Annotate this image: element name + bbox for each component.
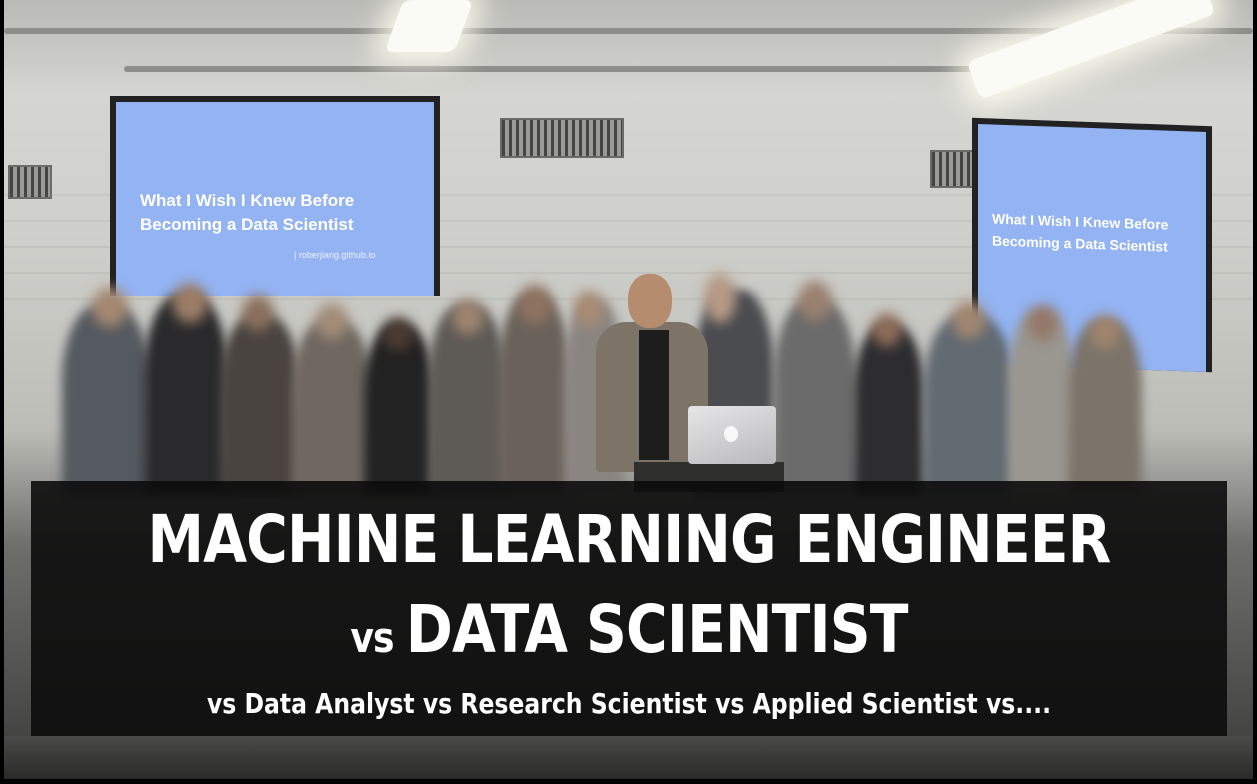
person-silhouette xyxy=(292,320,372,495)
blurred-face xyxy=(704,273,736,323)
left-slide-title-line1: What I Wish I Knew Before xyxy=(140,191,355,210)
person-silhouette xyxy=(854,325,924,495)
laptop xyxy=(688,406,776,464)
classroom-table xyxy=(4,736,1253,779)
right-slide-title-line1: What I Wish I Knew Before xyxy=(992,210,1169,233)
blurred-face xyxy=(316,303,348,339)
blurred-face xyxy=(382,317,414,351)
blurred-face xyxy=(172,283,208,323)
blurred-face xyxy=(872,313,902,347)
left-slide-subtitle: | roberjiang.github.io xyxy=(294,250,376,260)
blurred-face xyxy=(952,301,986,339)
blurred-face xyxy=(92,287,128,327)
air-vent xyxy=(500,118,624,158)
person-silhouette xyxy=(498,295,570,495)
person-silhouette xyxy=(924,315,1014,495)
presenter-face xyxy=(628,274,672,328)
headline-line1: MACHINE LEARNING ENGINEER xyxy=(147,501,1111,578)
person-silhouette xyxy=(144,295,228,495)
subheadline: vs Data Analyst vs Research Scientist vs… xyxy=(206,687,1052,720)
person-silhouette xyxy=(62,305,150,495)
headline-data-scientist: DATA SCIENTIST xyxy=(405,591,909,668)
blurred-face xyxy=(452,299,484,335)
blurred-face xyxy=(1028,305,1058,341)
person-silhouette xyxy=(774,300,856,495)
right-slide-title-line2: Becoming a Data Scientist xyxy=(992,232,1168,255)
headline-vs: vs xyxy=(350,613,394,662)
title-banner: MACHINE LEARNING ENGINEER vs DATA SCIENTI… xyxy=(31,481,1227,736)
ceiling-pipe xyxy=(124,66,1024,72)
blurred-face xyxy=(1090,315,1120,349)
person-silhouette xyxy=(220,315,300,495)
blurred-face xyxy=(242,295,274,331)
headline-line2: vs DATA SCIENTIST xyxy=(115,591,1144,668)
left-slide-title-line2: Becoming a Data Scientist xyxy=(140,215,354,234)
apple-logo-icon xyxy=(724,426,738,442)
blurred-face xyxy=(574,291,604,327)
presenter-shirt xyxy=(639,330,669,460)
blurred-face xyxy=(798,281,832,321)
blurred-face xyxy=(518,285,552,325)
